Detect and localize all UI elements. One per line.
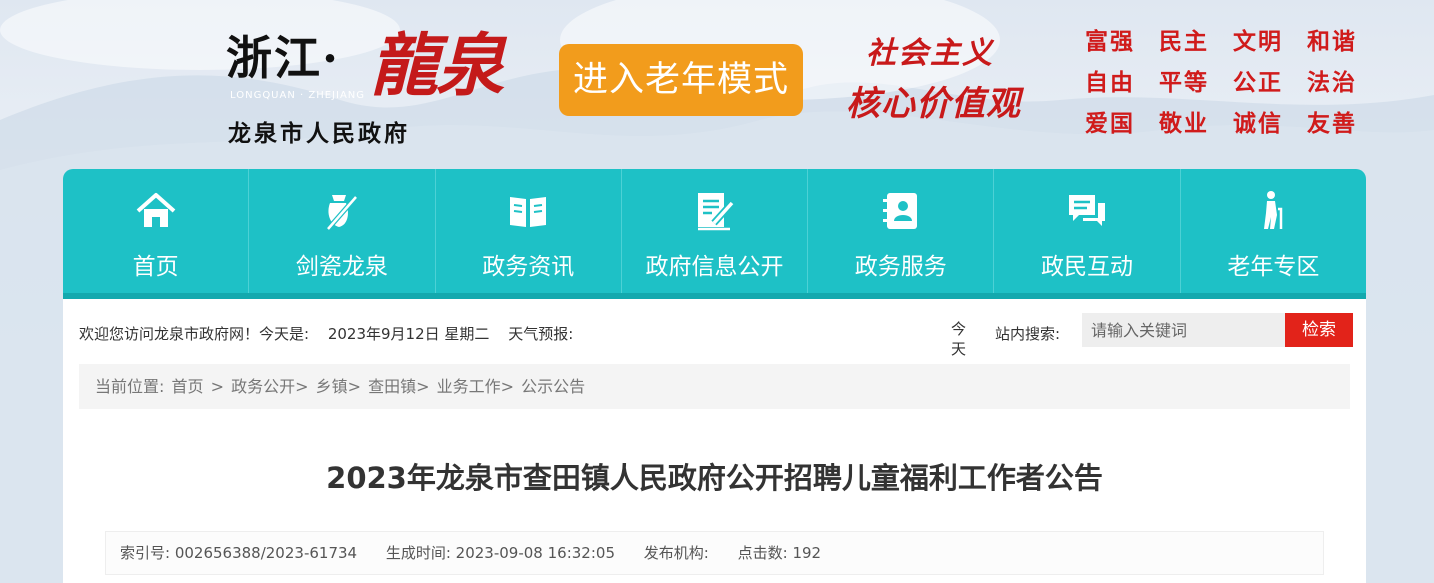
value-item: 诚信 bbox=[1233, 111, 1283, 137]
sword-porcelain-icon bbox=[326, 195, 358, 231]
welcome-text: 欢迎您访问龙泉市政府网！今天是: bbox=[79, 325, 310, 343]
chat-icon bbox=[1069, 195, 1106, 226]
value-item: 和谐 bbox=[1307, 29, 1357, 55]
core-values-slogan: 社会主义 核心价值观 bbox=[842, 28, 1052, 128]
nav-item-home[interactable]: 首页 bbox=[63, 169, 250, 293]
breadcrumb-item[interactable]: 查田镇> bbox=[368, 377, 429, 396]
elderly-icon bbox=[1264, 191, 1283, 229]
breadcrumb-prefix: 当前位置: bbox=[95, 377, 165, 396]
nav-item-label: 老年专区 bbox=[1227, 254, 1320, 280]
site-logo[interactable]: 浙江· 龍泉 LONGQUAN · ZHEJIANG 龙泉市人民政府 bbox=[226, 18, 526, 148]
logo-pinyin: LONGQUAN · ZHEJIANG bbox=[230, 90, 366, 101]
value-item: 法治 bbox=[1307, 70, 1357, 96]
weather-label: 天气预报: bbox=[508, 325, 574, 343]
value-item: 文明 bbox=[1233, 29, 1283, 55]
click-count: 点击数: 192 bbox=[737, 544, 822, 562]
search-label: 站内搜索: bbox=[995, 325, 1061, 343]
elder-mode-button[interactable]: 进入老年模式 bbox=[559, 44, 803, 116]
breadcrumb-home[interactable]: 首页 bbox=[172, 377, 204, 396]
main-content: 欢迎您访问龙泉市政府网！今天是: 2023年9月12日 星期二 天气预报: 今天… bbox=[63, 299, 1366, 583]
logo-government-name: 龙泉市人民政府 bbox=[228, 120, 410, 147]
value-item: 自由 bbox=[1085, 70, 1135, 96]
breadcrumb-separator: > bbox=[210, 377, 225, 396]
current-date: 2023年9月12日 星期二 bbox=[327, 325, 490, 343]
breadcrumb-item[interactable]: 公示公告 bbox=[521, 377, 585, 396]
welcome-bar: 欢迎您访问龙泉市政府网！今天是: 2023年9月12日 星期二 天气预报: bbox=[79, 323, 587, 344]
home-icon bbox=[136, 193, 175, 227]
value-item: 平等 bbox=[1159, 70, 1209, 96]
nav-item-services[interactable]: 政务服务 bbox=[808, 169, 995, 293]
breadcrumb-item[interactable]: 乡镇> bbox=[316, 377, 361, 396]
nav-item-sword-porcelain[interactable]: 剑瓷龙泉 bbox=[249, 169, 436, 293]
main-nav: 首页 剑瓷龙泉 政务资讯 政府信息公开 政务服务 政民互动 老年专区 bbox=[63, 169, 1366, 299]
article-title: 2023年龙泉市查田镇人民政府公开招聘儿童福利工作者公告 bbox=[326, 461, 1103, 495]
logo-calligraphy: 龍泉 bbox=[370, 26, 504, 106]
value-item: 敬业 bbox=[1159, 111, 1209, 137]
document-edit-icon bbox=[698, 193, 736, 231]
slogan-line1: 社会主义 bbox=[866, 36, 994, 71]
book-icon bbox=[510, 197, 547, 227]
value-item: 民主 bbox=[1159, 29, 1209, 55]
nav-item-news[interactable]: 政务资讯 bbox=[436, 169, 622, 293]
value-item: 公正 bbox=[1233, 70, 1283, 96]
breadcrumb-item[interactable]: 政务公开> bbox=[231, 377, 308, 396]
nav-item-label: 剑瓷龙泉 bbox=[295, 254, 388, 280]
nav-item-info-disclosure[interactable]: 政府信息公开 bbox=[622, 169, 809, 293]
weather-ticker: 今天 23° bbox=[951, 320, 967, 358]
value-item: 富强 bbox=[1085, 29, 1135, 55]
slogan-line2: 核心价值观 bbox=[846, 84, 1021, 124]
search-button[interactable]: 检索 bbox=[1285, 313, 1353, 347]
search-input[interactable] bbox=[1082, 313, 1285, 347]
breadcrumb-item[interactable]: 业务工作> bbox=[437, 377, 514, 396]
nav-item-elderly[interactable]: 老年专区 bbox=[1181, 169, 1366, 293]
breadcrumb: 当前位置: 首页 > 政务公开> 乡镇> 查田镇> 业务工作> 公示公告 bbox=[79, 364, 1350, 409]
created-time: 生成时间: 2023-09-08 16:32:05 bbox=[385, 544, 615, 562]
contact-book-icon bbox=[882, 193, 917, 229]
nav-item-label: 首页 bbox=[132, 254, 179, 280]
logo-province: 浙江· bbox=[226, 31, 341, 85]
nav-item-label: 政府信息公开 bbox=[645, 254, 784, 280]
value-item: 友善 bbox=[1307, 111, 1357, 137]
value-item: 爱国 bbox=[1085, 111, 1135, 137]
nav-item-label: 政民互动 bbox=[1041, 254, 1134, 280]
article-meta: 索引号: 002656388/2023-61734 生成时间: 2023-09-… bbox=[105, 531, 1324, 575]
index-number: 索引号: 002656388/2023-61734 bbox=[120, 544, 358, 562]
nav-item-label: 政务资讯 bbox=[482, 254, 575, 280]
nav-item-interaction[interactable]: 政民互动 bbox=[994, 169, 1181, 293]
publisher: 发布机构: bbox=[643, 544, 709, 562]
nav-item-label: 政务服务 bbox=[854, 254, 947, 280]
